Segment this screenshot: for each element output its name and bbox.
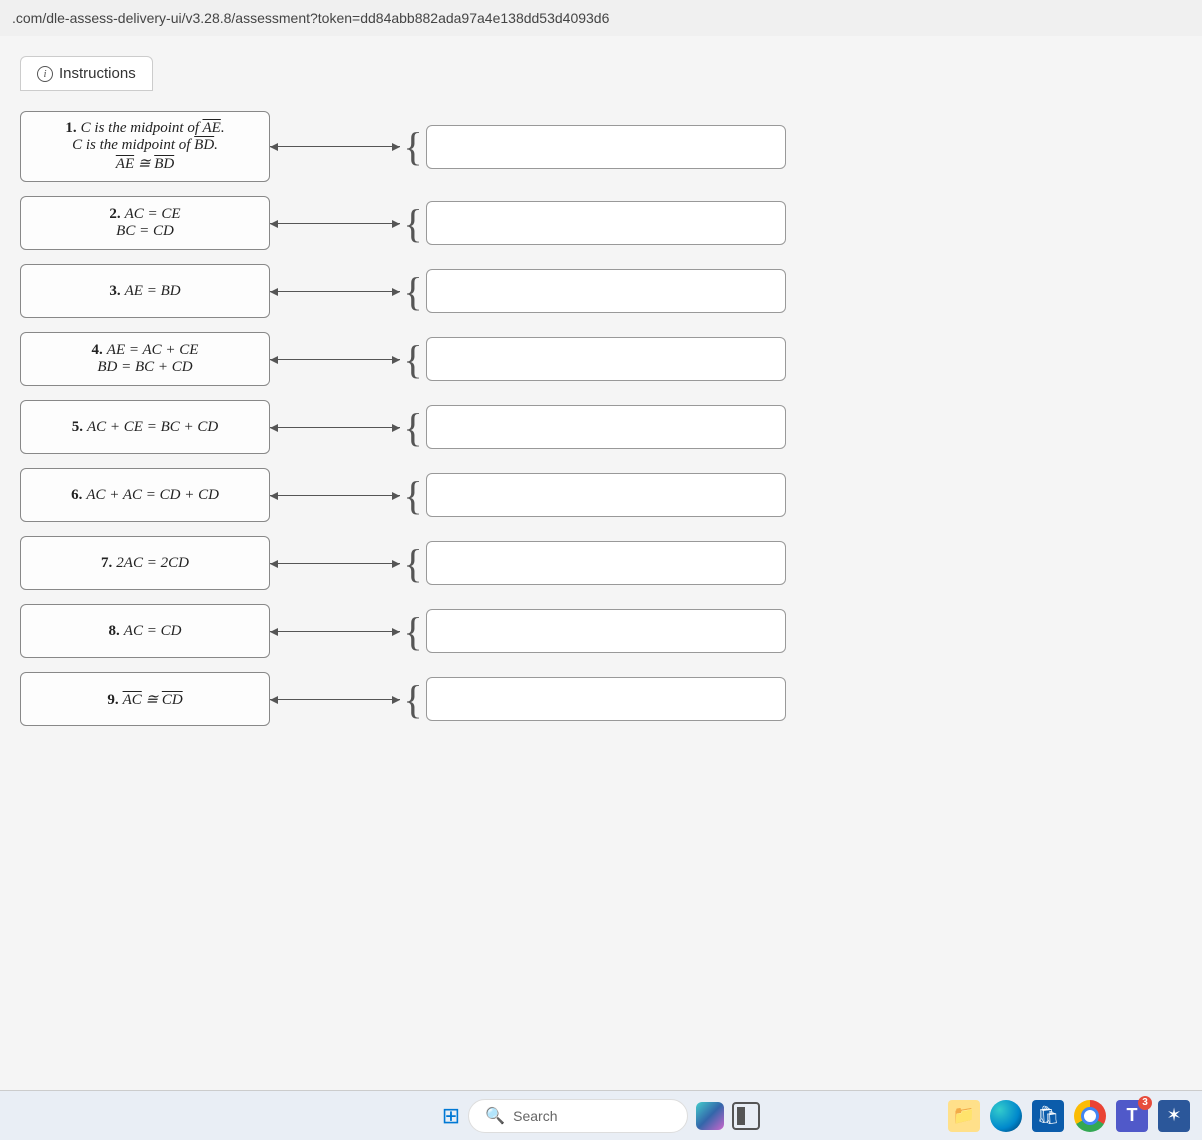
reason-drop-slot[interactable]: [426, 541, 786, 585]
connector-arrow: [270, 495, 400, 496]
statement-line: 7.2AC = 2CD: [101, 555, 189, 572]
connector-arrow: [270, 699, 400, 700]
taskbar-search[interactable]: 🔍 Search: [468, 1099, 688, 1133]
reason-drop-slot[interactable]: [426, 269, 786, 313]
proof-row: 3.AE = BD {: [20, 264, 1182, 318]
connector-arrow: [270, 427, 400, 428]
proof-matching-area: 1.C is the midpoint of AE.C is the midpo…: [20, 111, 1182, 726]
connector-arrow: [270, 223, 400, 224]
notification-badge: 3: [1138, 1096, 1152, 1110]
statement-box[interactable]: 6.AC + AC = CD + CD: [20, 468, 270, 522]
url-text: .com/dle-assess-delivery-ui/v3.28.8/asse…: [12, 10, 609, 26]
start-icon[interactable]: ⊞: [442, 1103, 460, 1129]
reason-drop-slot[interactable]: [426, 125, 786, 169]
brace-icon: {: [404, 473, 422, 517]
reason-drop-slot[interactable]: [426, 609, 786, 653]
file-explorer-icon[interactable]: 📁: [948, 1100, 980, 1132]
statement-box[interactable]: 9.AC ≅ CD: [20, 672, 270, 726]
search-placeholder: Search: [513, 1108, 557, 1124]
statement-box[interactable]: 3.AE = BD: [20, 264, 270, 318]
windows-taskbar: ⊞ 🔍 Search 📁 🛍 T 3 ✶: [0, 1090, 1202, 1140]
proof-row: 6.AC + AC = CD + CD {: [20, 468, 1182, 522]
proof-row: 4.AE = AC + CEBD = BC + CD {: [20, 332, 1182, 386]
connector-arrow: [270, 291, 400, 292]
statement-line: 6.AC + AC = CD + CD: [71, 487, 219, 504]
proof-row: 2.AC = CEBC = CD {: [20, 196, 1182, 250]
brace-icon: {: [404, 609, 422, 653]
brace-icon: {: [404, 677, 422, 721]
reason-drop-slot[interactable]: [426, 405, 786, 449]
reason-drop-slot[interactable]: [426, 473, 786, 517]
proof-row: 5.AC + CE = BC + CD {: [20, 400, 1182, 454]
app-icon[interactable]: ✶: [1158, 1100, 1190, 1132]
teams-letter: T: [1127, 1105, 1138, 1126]
connector-arrow: [270, 563, 400, 564]
proof-row: 1.C is the midpoint of AE.C is the midpo…: [20, 111, 1182, 182]
connector-arrow: [270, 146, 400, 147]
url-bar[interactable]: .com/dle-assess-delivery-ui/v3.28.8/asse…: [0, 0, 1202, 36]
statement-box[interactable]: 2.AC = CEBC = CD: [20, 196, 270, 250]
statement-box[interactable]: 5.AC + CE = BC + CD: [20, 400, 270, 454]
edge-icon[interactable]: [990, 1100, 1022, 1132]
assessment-content: i Instructions 1.C is the midpoint of AE…: [0, 36, 1202, 1090]
copilot-icon[interactable]: [696, 1102, 724, 1130]
statement-line: 3.AE = BD: [109, 283, 180, 300]
statement-line: C is the midpoint of BD.: [72, 137, 218, 154]
proof-row: 8.AC = CD {: [20, 604, 1182, 658]
connector-arrow: [270, 631, 400, 632]
statement-line: 1.C is the midpoint of AE.: [65, 120, 224, 137]
proof-row: 9.AC ≅ CD {: [20, 672, 1182, 726]
connector-arrow: [270, 359, 400, 360]
instructions-label: Instructions: [59, 65, 136, 82]
statement-line: AE ≅ BD: [116, 154, 174, 173]
brace-icon: {: [404, 541, 422, 585]
statement-box[interactable]: 7.2AC = 2CD: [20, 536, 270, 590]
statement-line: 2.AC = CE: [109, 206, 180, 223]
info-icon: i: [37, 66, 53, 82]
brace-icon: {: [404, 125, 422, 169]
statement-box[interactable]: 1.C is the midpoint of AE.C is the midpo…: [20, 111, 270, 182]
taskbar-pinned: 📁 🛍 T 3 ✶: [948, 1100, 1190, 1132]
proof-row: 7.2AC = 2CD {: [20, 536, 1182, 590]
taskbar-center: ⊞ 🔍 Search: [442, 1099, 760, 1133]
brace-icon: {: [404, 337, 422, 381]
chrome-icon[interactable]: [1074, 1100, 1106, 1132]
statement-line: 8.AC = CD: [109, 623, 182, 640]
reason-drop-slot[interactable]: [426, 201, 786, 245]
statement-line: 5.AC + CE = BC + CD: [72, 419, 218, 436]
statement-line: 9.AC ≅ CD: [107, 690, 182, 709]
statement-box[interactable]: 4.AE = AC + CEBD = BC + CD: [20, 332, 270, 386]
reason-drop-slot[interactable]: [426, 677, 786, 721]
search-icon: 🔍: [485, 1106, 505, 1126]
instructions-tab[interactable]: i Instructions: [20, 56, 153, 91]
statement-line: BD = BC + CD: [97, 359, 192, 376]
reason-drop-slot[interactable]: [426, 337, 786, 381]
statement-box[interactable]: 8.AC = CD: [20, 604, 270, 658]
brace-icon: {: [404, 269, 422, 313]
brace-icon: {: [404, 405, 422, 449]
brace-icon: {: [404, 201, 422, 245]
teams-icon[interactable]: T 3: [1116, 1100, 1148, 1132]
statement-line: 4.AE = AC + CE: [92, 342, 199, 359]
store-icon[interactable]: 🛍: [1032, 1100, 1064, 1132]
statement-line: BC = CD: [116, 223, 174, 240]
task-view-icon[interactable]: [732, 1102, 760, 1130]
